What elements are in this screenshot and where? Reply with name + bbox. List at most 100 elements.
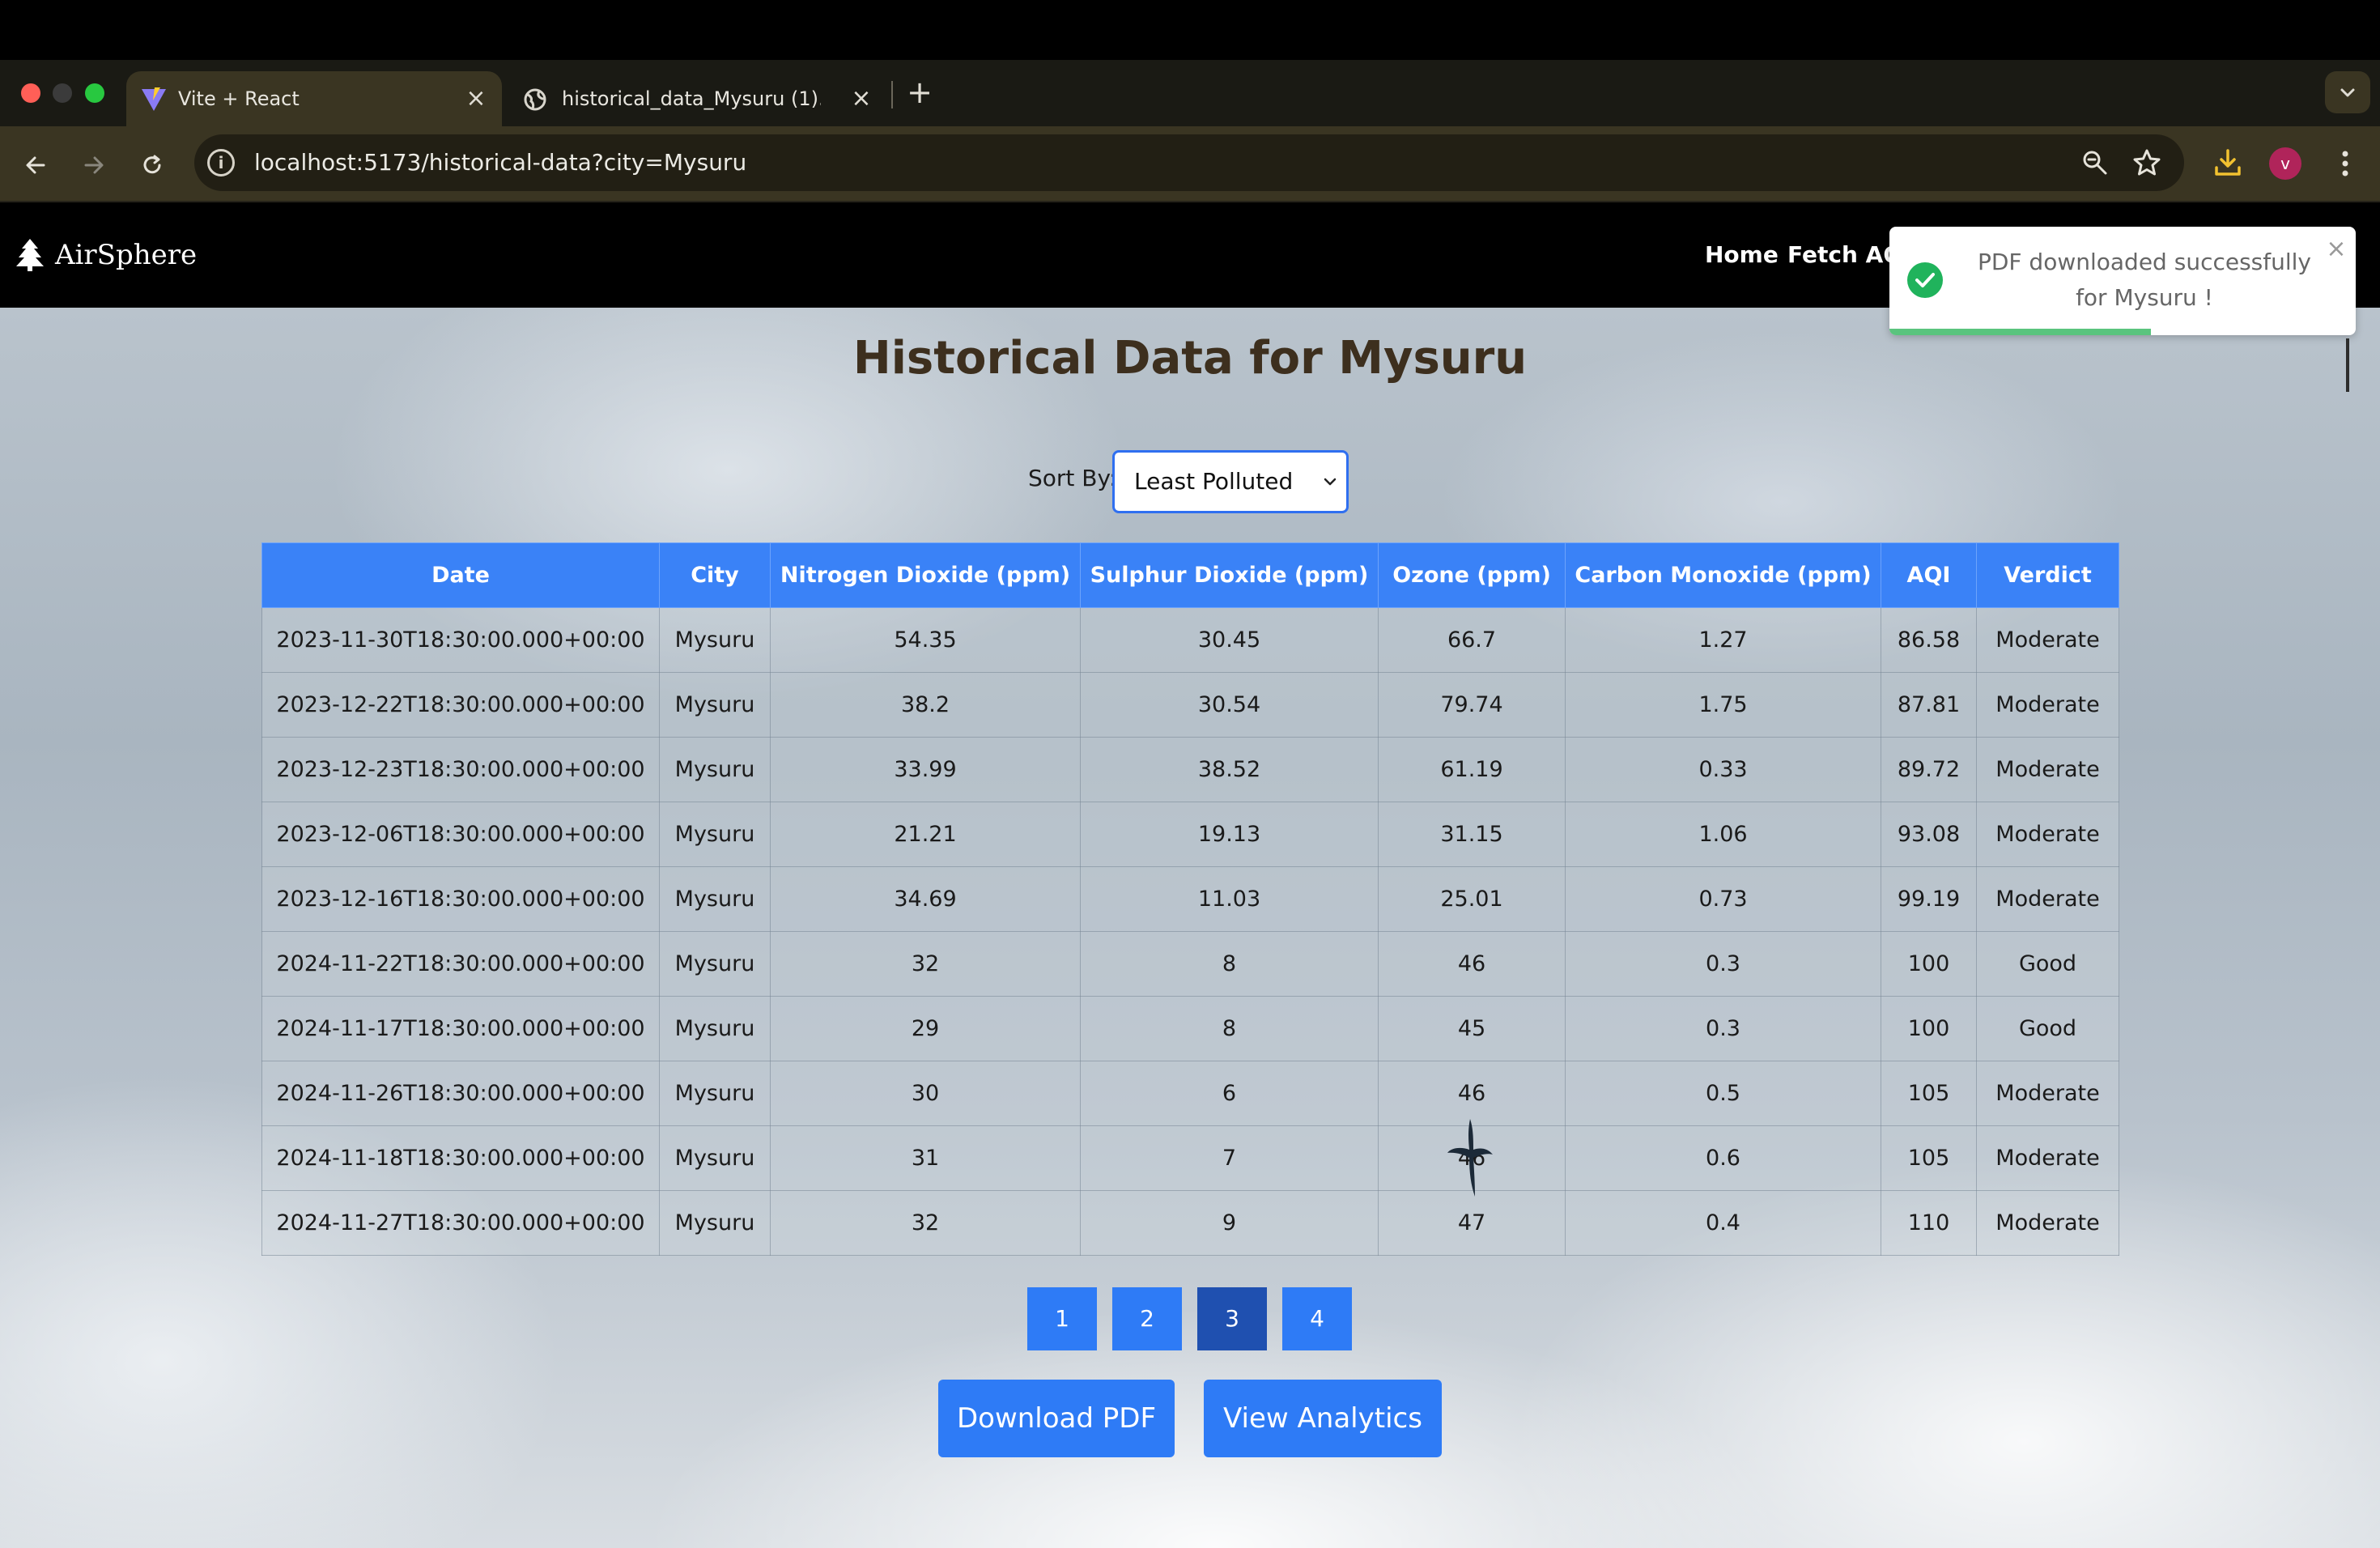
cell-so2: 8	[1080, 996, 1379, 1061]
cell-city: Mysuru	[659, 1190, 771, 1256]
download-pdf-button[interactable]: Download PDF	[938, 1380, 1175, 1457]
success-toast: PDF downloaded successfully for Mysuru !…	[1889, 227, 2356, 335]
cell-no2: 32	[770, 1190, 1081, 1256]
toast-progress-bar	[1889, 329, 2151, 335]
cell-city: Mysuru	[659, 802, 771, 867]
cell-ozone: 25.01	[1378, 866, 1566, 932]
cell-aqi: 87.81	[1881, 672, 1977, 738]
cell-date: 2024-11-22T18:30:00.000+00:00	[261, 931, 660, 997]
brand[interactable]: AirSphere	[16, 235, 197, 275]
more-menu-icon[interactable]	[2333, 147, 2357, 180]
cell-city: Mysuru	[659, 996, 771, 1061]
tab-vite-react[interactable]: Vite + React ×	[126, 71, 502, 126]
cell-city: Mysuru	[659, 737, 771, 802]
brand-name: AirSphere	[55, 239, 198, 271]
tab-separator	[891, 81, 893, 108]
back-button[interactable]	[16, 146, 55, 185]
download-icon[interactable]	[2212, 147, 2244, 179]
cell-co: 0.3	[1565, 931, 1881, 997]
cell-aqi: 100	[1881, 931, 1977, 997]
table-body: 2023-11-30T18:30:00.000+00:00 Mysuru 54.35…	[261, 607, 2119, 1256]
table-row: 2023-12-16T18:30:00.000+00:00 Mysuru 34.69…	[261, 866, 2119, 932]
sort-select[interactable]: Least Polluted	[1112, 450, 1349, 513]
table-header-row: Date City Nitrogen Dioxide (ppm) Sulphur…	[261, 542, 2119, 608]
cell-date: 2024-11-18T18:30:00.000+00:00	[261, 1125, 660, 1191]
toast-message: PDF downloaded successfully for Mysuru !	[1977, 249, 2311, 311]
scrollbar-thumb[interactable]	[2346, 338, 2349, 392]
page-button-1[interactable]: 1	[1027, 1287, 1097, 1350]
page-title: Historical Data for Mysuru	[852, 332, 1528, 385]
cell-aqi: 110	[1881, 1190, 1977, 1256]
cell-verdict: Moderate	[1976, 866, 2119, 932]
tab-title: historical_data_Mysuru (1).pdf	[562, 87, 821, 110]
cell-co: 1.75	[1565, 672, 1881, 738]
cell-ozone: 61.19	[1378, 737, 1566, 802]
cell-verdict: Good	[1976, 931, 2119, 997]
new-tab-button[interactable]: +	[902, 74, 937, 110]
reload-button[interactable]	[133, 146, 172, 185]
url-text[interactable]: localhost:5173/historical-data?city=Mysu…	[254, 134, 746, 191]
page-button-4[interactable]: 4	[1282, 1287, 1352, 1350]
column-header-ozone[interactable]: Ozone (ppm)	[1378, 542, 1566, 608]
forward-button[interactable]	[74, 146, 113, 185]
column-header-city[interactable]: City	[659, 542, 771, 608]
cell-verdict: Good	[1976, 996, 2119, 1061]
table-row: 2024-11-17T18:30:00.000+00:00 Mysuru 29 8 45…	[261, 996, 2119, 1061]
cell-no2: 32	[770, 931, 1081, 997]
column-header-co[interactable]: Carbon Monoxide (ppm)	[1565, 542, 1881, 608]
cell-ozone: 47	[1378, 1190, 1566, 1256]
close-icon[interactable]: ×	[847, 84, 876, 113]
cell-aqi: 100	[1881, 996, 1977, 1061]
cell-so2: 8	[1080, 931, 1379, 997]
column-header-verdict[interactable]: Verdict	[1976, 542, 2119, 608]
page-button-2[interactable]: 2	[1112, 1287, 1182, 1350]
cell-city: Mysuru	[659, 931, 771, 997]
tree-logo-icon	[16, 239, 44, 271]
table-row: 2024-11-18T18:30:00.000+00:00Mysuru31746…	[261, 1125, 2119, 1191]
reload-icon	[143, 155, 161, 174]
cell-aqi: 86.58	[1881, 607, 1977, 673]
column-header-aqi[interactable]: AQI	[1881, 542, 1977, 608]
cell-aqi: 93.08	[1881, 802, 1977, 867]
cell-verdict: Moderate	[1976, 607, 2119, 673]
profile-avatar[interactable]: v	[2269, 147, 2301, 180]
column-header-so2[interactable]: Sulphur Dioxide (ppm)	[1080, 542, 1379, 608]
zoom-icon[interactable]	[2080, 148, 2110, 177]
table-row: 2023-11-30T18:30:00.000+00:00 Mysuru 54.35…	[261, 607, 2119, 673]
cell-no2: 34.69	[770, 866, 1081, 932]
column-header-no2[interactable]: Nitrogen Dioxide (ppm)	[770, 542, 1081, 608]
sort-label: Sort By:	[1028, 465, 1117, 491]
cell-co: 0.5	[1565, 1061, 1881, 1126]
site-info-icon[interactable]: i	[207, 149, 235, 176]
cell-no2: 30	[770, 1061, 1081, 1126]
cell-no2: 29	[770, 996, 1081, 1061]
globe-icon	[523, 87, 549, 112]
cell-no2: 38.2	[770, 672, 1081, 738]
cell-verdict: Moderate	[1976, 737, 2119, 802]
cell-ozone: 31.15	[1378, 802, 1566, 867]
tab-pdf[interactable]: historical_data_Mysuru (1).pdf ×	[508, 71, 887, 126]
page-button-3[interactable]: 3	[1197, 1287, 1267, 1350]
window-close-button[interactable]	[21, 83, 40, 103]
window-minimize-button[interactable]	[53, 83, 72, 103]
cell-city: Mysuru	[659, 607, 771, 673]
arrow-left-icon	[26, 156, 45, 174]
cell-so2: 30.54	[1080, 672, 1379, 738]
view-analytics-button[interactable]: View Analytics	[1204, 1380, 1442, 1457]
chevron-down-icon	[1324, 478, 1337, 486]
table-row: 2024-11-22T18:30:00.000+00:00 Mysuru 32 8 46…	[261, 931, 2119, 997]
cell-ozone: 46	[1378, 1061, 1566, 1126]
cell-verdict: Moderate	[1976, 1125, 2119, 1191]
nav-link-home[interactable]: Home	[1705, 235, 1779, 275]
cell-verdict: Moderate	[1976, 1061, 2119, 1126]
close-icon[interactable]: ×	[2325, 237, 2348, 262]
sort-selected-value: Least Polluted	[1134, 468, 1294, 495]
cell-date: 2023-12-23T18:30:00.000+00:00	[261, 737, 660, 802]
cell-date: 2023-12-06T18:30:00.000+00:00	[261, 802, 660, 867]
close-icon[interactable]: ×	[461, 84, 491, 113]
window-zoom-button[interactable]	[85, 83, 104, 103]
cell-verdict: Moderate	[1976, 1190, 2119, 1256]
column-header-date[interactable]: Date	[261, 542, 660, 608]
bookmark-star-icon[interactable]	[2132, 148, 2161, 177]
tab-search-button[interactable]	[2325, 71, 2370, 113]
